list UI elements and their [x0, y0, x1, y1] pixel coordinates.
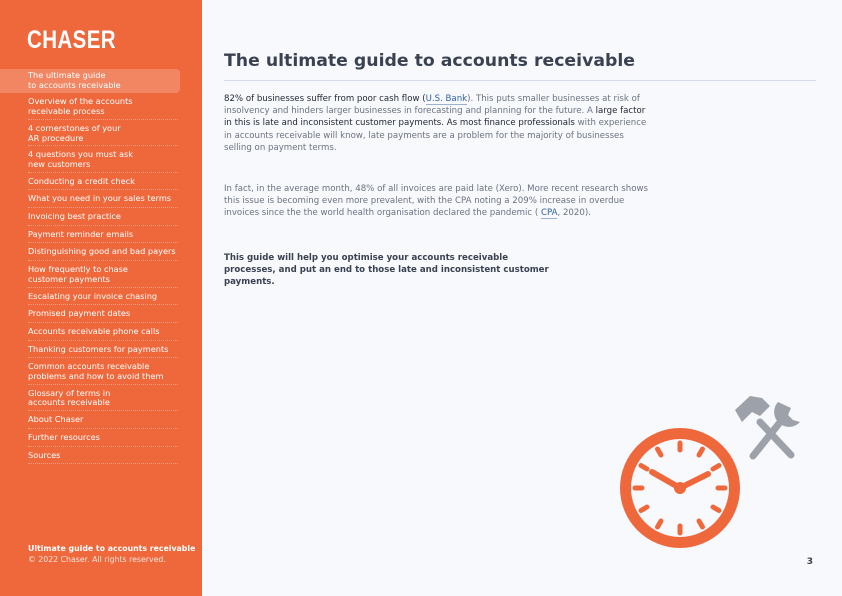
- sidebar-footer: Ultimate guide to accounts receivable © …: [28, 543, 195, 565]
- toc-item-phone-calls[interactable]: Accounts receivable phone calls: [0, 323, 180, 341]
- toc-item-cornerstones[interactable]: 4 cornerstones of your AR procedure: [0, 120, 180, 147]
- hammer-wrench-icon: [735, 396, 800, 460]
- us-bank-link[interactable]: U.S. Bank: [425, 94, 468, 105]
- toc-item-payers[interactable]: Distinguishing good and bad payers: [0, 243, 180, 261]
- table-of-contents: The ultimate guide to accounts receivabl…: [0, 69, 180, 464]
- sidebar: CHASER The ultimate guide to accounts re…: [0, 0, 202, 596]
- toc-item-invoicing[interactable]: Invoicing best practice: [0, 208, 180, 226]
- toc-item-thanking[interactable]: Thanking customers for payments: [0, 341, 180, 359]
- page-number: 3: [806, 557, 813, 567]
- toc-item-sources[interactable]: Sources: [0, 447, 180, 465]
- toc-item-common-problems[interactable]: Common accounts receivable problems and …: [0, 358, 180, 386]
- summary-paragraph: This guide will help you optimise your a…: [224, 253, 549, 288]
- toc-item-ultimate-guide[interactable]: The ultimate guide to accounts receivabl…: [0, 69, 180, 94]
- toc-item-about[interactable]: About Chaser: [0, 411, 180, 429]
- intro-paragraph: 82% of businesses suffer from poor cash …: [224, 93, 654, 154]
- footer-guide-title: Ultimate guide to accounts receivable: [28, 544, 196, 553]
- toc-item-questions[interactable]: 4 questions you must ask new customers: [0, 146, 180, 174]
- toc-item-escalating[interactable]: Escalating your invoice chasing: [0, 288, 180, 306]
- chaser-logo[interactable]: CHASER: [27, 26, 116, 55]
- toc-item-reminder-emails[interactable]: Payment reminder emails: [0, 226, 180, 244]
- clock-tools-illustration: [620, 396, 800, 548]
- cpa-link[interactable]: CPA: [540, 208, 558, 220]
- toc-item-glossary[interactable]: Glossary of terms in accounts receivable: [0, 385, 180, 412]
- stats-paragraph: In fact, in the average month, 48% of al…: [224, 183, 654, 220]
- clock-icon: [620, 428, 740, 548]
- page-title: The ultimate guide to accounts receivabl…: [224, 51, 636, 71]
- toc-item-promised-dates[interactable]: Promised payment dates: [0, 305, 180, 323]
- toc-item-sales-terms[interactable]: What you need in your sales terms: [0, 190, 180, 208]
- title-divider: [224, 80, 816, 81]
- toc-item-overview[interactable]: Overview of the accounts receivable proc…: [0, 93, 180, 121]
- p2-tail: , 2020).: [557, 208, 591, 219]
- p1-lead: 82% of businesses suffer from poor cash …: [224, 94, 426, 104]
- toc-item-frequency[interactable]: How frequently to chase customer payment…: [0, 261, 180, 288]
- toc-item-credit-check[interactable]: Conducting a credit check: [0, 173, 180, 191]
- toc-item-further-resources[interactable]: Further resources: [0, 429, 180, 447]
- footer-copyright: © 2022 Chaser. All rights reserved.: [28, 555, 166, 564]
